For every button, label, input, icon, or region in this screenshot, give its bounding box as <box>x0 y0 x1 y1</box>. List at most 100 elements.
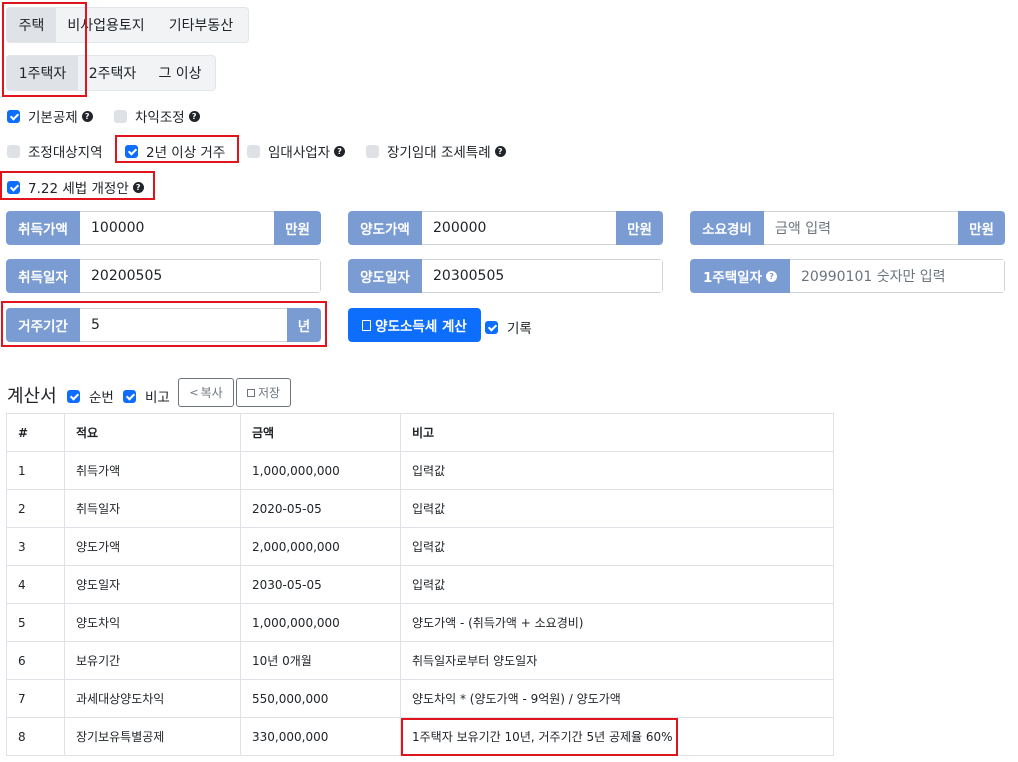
table-cell: 입력값 <box>400 451 834 490</box>
record-checkbox[interactable]: 기록 <box>485 317 532 337</box>
long-rental-checkbox[interactable]: 장기임대 조세특례 ? <box>366 141 506 161</box>
table-cell: 330,000,000 <box>240 717 401 756</box>
statement-table: # 적요 금액 비고 1 취득가액 1,000,000,000 입력값 2 취득일자 202… <box>6 413 834 756</box>
residence-period-input[interactable]: 5 <box>80 308 287 342</box>
note-checkbox[interactable]: 비고 <box>123 386 170 406</box>
acquisition-date-group: 취득일자 20200505 <box>6 259 321 293</box>
calculator-icon <box>362 319 372 331</box>
help-icon[interactable]: ? <box>132 181 144 193</box>
table-cell: 3 <box>6 527 65 566</box>
checkbox-checked[interactable] <box>7 109 20 123</box>
checkbox-checked[interactable] <box>125 144 138 158</box>
col-header: 금액 <box>240 413 401 452</box>
regulated-area-label: 조정대상지역 <box>28 145 103 161</box>
calculate-button[interactable]: 양도소득세 계산 <box>348 308 481 342</box>
tab-other-real-estate[interactable]: 기타부동산 <box>156 8 246 42</box>
sale-price-unit: 만원 <box>616 211 663 245</box>
checkbox-checked[interactable] <box>485 320 498 334</box>
save-button[interactable]: 저장 <box>236 378 291 407</box>
expense-input[interactable]: 금액 입력 <box>764 211 958 245</box>
table-row: 1 취득가액 1,000,000,000 입력값 <box>6 451 834 490</box>
save-icon <box>246 388 255 397</box>
acquisition-date-input[interactable]: 20200505 <box>80 259 321 293</box>
table-cell: 양도차익 <box>64 603 241 642</box>
tab-house[interactable]: 주택 <box>7 8 56 42</box>
sale-price-input[interactable]: 200000 <box>422 211 616 245</box>
table-cell: 7 <box>6 679 65 718</box>
record-label: 기록 <box>507 321 532 337</box>
acquisition-price-label: 취득가액 <box>6 211 80 245</box>
table-cell: 양도가액 - (취득가액 + 소요경비) <box>400 603 834 642</box>
sale-date-input[interactable]: 20300505 <box>422 259 663 293</box>
residence-2y-label: 2년 이상 거주 <box>146 145 226 161</box>
residence-period-group: 거주기간 5 년 <box>6 308 321 342</box>
tab-non-business-land[interactable]: 비사업용토지 <box>56 8 156 42</box>
help-icon[interactable]: ? <box>766 270 778 282</box>
basic-deduction-label: 기본공제 <box>28 110 78 126</box>
table-cell: 4 <box>6 565 65 604</box>
col-header: 적요 <box>64 413 241 452</box>
expense-unit: 만원 <box>958 211 1005 245</box>
table-cell: 5 <box>6 603 65 642</box>
table-cell: 550,000,000 <box>240 679 401 718</box>
table-cell: 2030-05-05 <box>240 565 401 604</box>
checkbox-unchecked[interactable] <box>114 109 127 123</box>
save-button-label: 저장 <box>257 386 281 400</box>
statement-title: 계산서 <box>7 386 57 407</box>
table-row: 8 장기보유특별공제 330,000,000 1주택자 보유기간 10년, 거주기간 … <box>6 717 834 756</box>
help-icon[interactable]: ? <box>334 145 346 157</box>
help-icon[interactable]: ? <box>81 110 93 122</box>
residence-period-unit: 년 <box>287 308 321 342</box>
help-icon[interactable]: ? <box>494 145 506 157</box>
table-cell: 취득가액 <box>64 451 241 490</box>
acquisition-price-unit: 만원 <box>274 211 321 245</box>
property-type-tabs: 주택 비사업용토지 기타부동산 <box>6 7 249 43</box>
one-house-date-input[interactable]: 20990101 숫자만 입력 <box>790 259 1005 293</box>
rental-business-checkbox[interactable]: 임대사업자 ? <box>247 141 346 161</box>
gain-adjust-label: 차익조정 <box>135 110 185 126</box>
sale-price-label: 양도가액 <box>348 211 422 245</box>
checkbox-checked[interactable] <box>123 389 136 403</box>
col-header: 비고 <box>400 413 834 452</box>
table-cell: 8 <box>6 717 65 756</box>
checkbox-unchecked[interactable] <box>366 144 379 158</box>
table-cell: 10년 0개월 <box>240 641 401 680</box>
regulated-area-checkbox[interactable]: 조정대상지역 <box>7 141 103 161</box>
help-icon[interactable]: ? <box>188 110 200 122</box>
one-house-date-label-wrap: 1주택일자 ? <box>690 259 790 293</box>
basic-deduction-checkbox[interactable]: 기본공제 ? <box>7 106 93 126</box>
house-count-tabs: 1주택자 2주택자 그 이상 <box>6 55 216 91</box>
table-header-row: # 적요 금액 비고 <box>6 413 834 452</box>
copy-button[interactable]: < 복사 <box>178 378 234 407</box>
tab-two-houses[interactable]: 2주택자 <box>78 56 147 90</box>
sale-price-group: 양도가액 200000 만원 <box>348 211 663 245</box>
one-house-date-group: 1주택일자 ? 20990101 숫자만 입력 <box>690 259 1005 293</box>
table-row: 6 보유기간 10년 0개월 취득일자로부터 양도일자 <box>6 641 834 680</box>
table-cell: 입력값 <box>400 489 834 528</box>
tab-one-house[interactable]: 1주택자 <box>7 56 78 90</box>
table-cell: 1,000,000,000 <box>240 451 401 490</box>
table-row: 2 취득일자 2020-05-05 입력값 <box>6 489 834 528</box>
tab-more-houses[interactable]: 그 이상 <box>147 56 213 90</box>
table-cell: 1주택자 보유기간 10년, 거주기간 5년 공제율 60% <box>400 717 834 756</box>
table-cell: 양도가액 <box>64 527 241 566</box>
reform-722-label: 7.22 세법 개정안 <box>28 181 129 197</box>
table-cell: 6 <box>6 641 65 680</box>
col-header: # <box>6 413 65 452</box>
checkbox-unchecked[interactable] <box>247 144 260 158</box>
checkbox-checked[interactable] <box>7 180 20 194</box>
sale-date-label: 양도일자 <box>348 259 422 293</box>
table-row: 4 양도일자 2030-05-05 입력값 <box>6 565 834 604</box>
residence-2y-checkbox[interactable]: 2년 이상 거주 <box>125 141 225 161</box>
gain-adjust-checkbox[interactable]: 차익조정 ? <box>114 106 200 126</box>
table-cell: 입력값 <box>400 527 834 566</box>
acquisition-price-input[interactable]: 100000 <box>80 211 274 245</box>
checkbox-checked[interactable] <box>67 389 80 403</box>
reform-722-checkbox[interactable]: 7.22 세법 개정안 ? <box>7 177 144 197</box>
seq-checkbox[interactable]: 순번 <box>67 386 114 406</box>
table-cell: 1 <box>6 451 65 490</box>
table-row: 5 양도차익 1,000,000,000 양도가액 - (취득가액 + 소요경비) <box>6 603 834 642</box>
long-rental-label: 장기임대 조세특례 <box>387 145 491 161</box>
checkbox-unchecked[interactable] <box>7 144 20 158</box>
table-row: 7 과세대상양도차익 550,000,000 양도차익 * (양도가액 - 9억원) … <box>6 679 834 718</box>
